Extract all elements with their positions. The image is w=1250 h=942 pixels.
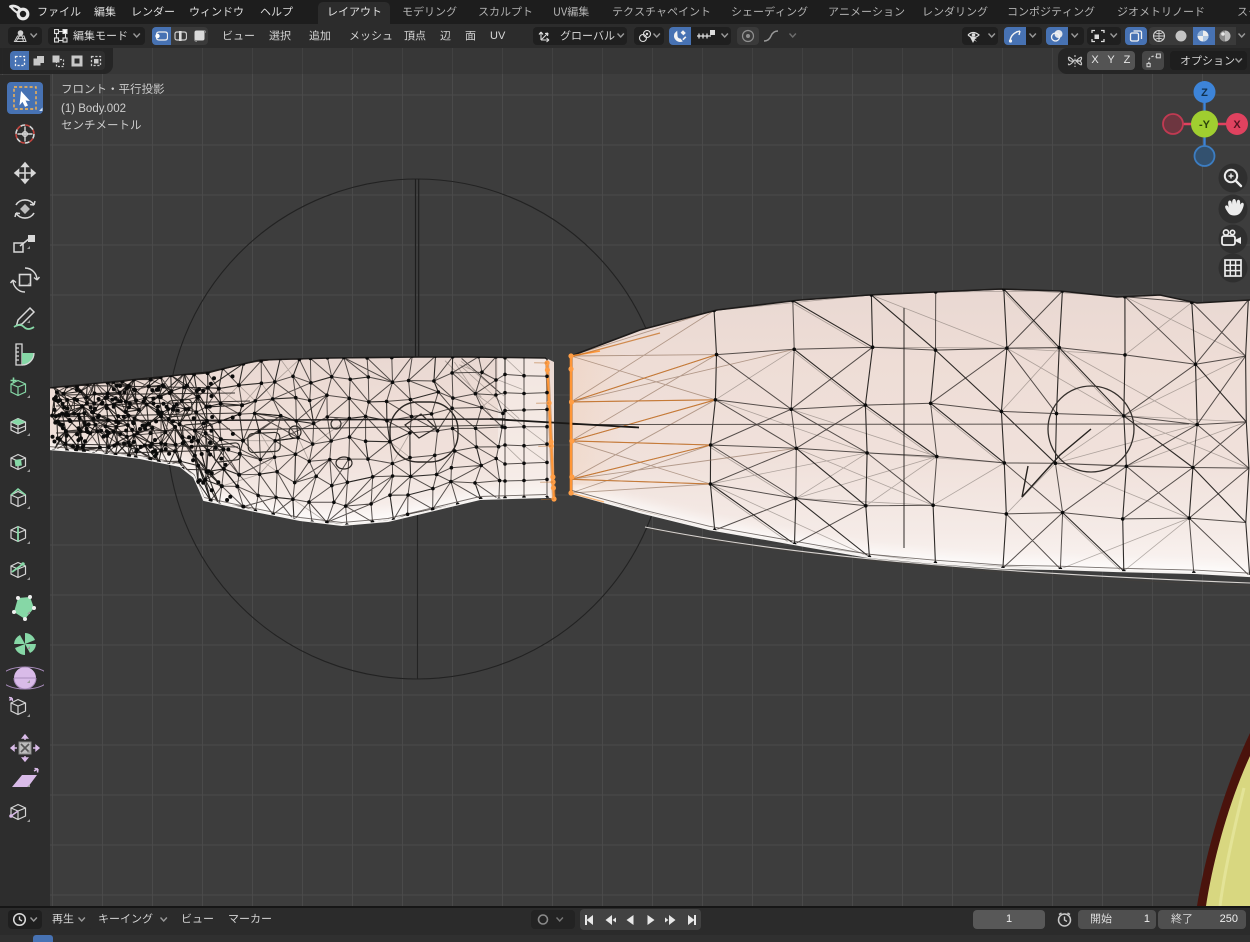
svg-text:Z: Z <box>1201 87 1208 99</box>
svg-text:(1) Body.002: (1) Body.002 <box>61 103 126 115</box>
svg-text:X: X <box>1233 119 1241 131</box>
svg-text:-Y: -Y <box>1199 119 1211 131</box>
